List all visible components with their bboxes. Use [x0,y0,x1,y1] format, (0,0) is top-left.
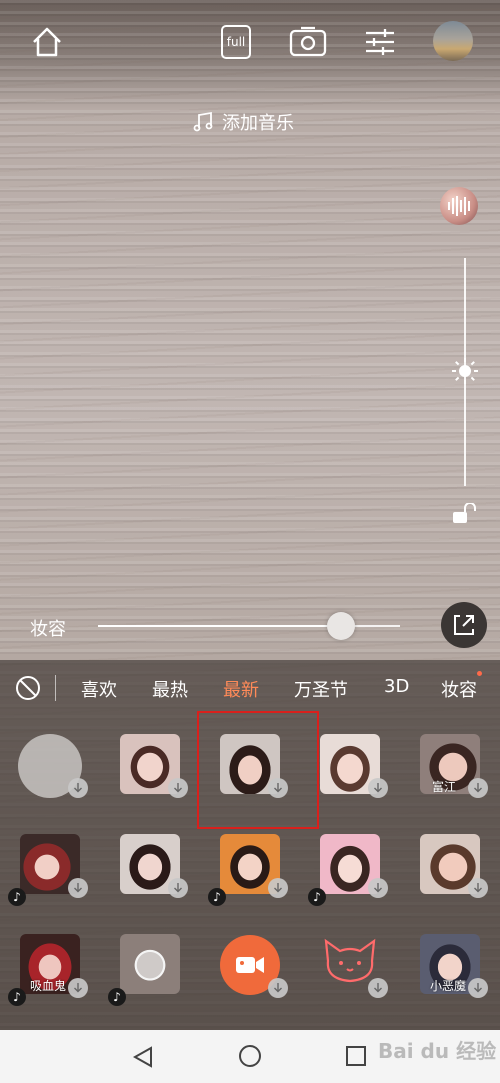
download-icon [268,878,288,898]
download-icon [168,878,188,898]
share-icon [454,615,474,635]
tabs-divider [55,675,56,701]
tab-halloween[interactable]: 万圣节 [294,676,348,702]
sun-icon[interactable] [451,357,479,389]
tab-favorite[interactable]: 喜欢 [81,676,117,702]
unlock-icon[interactable] [452,502,478,529]
video-camera-icon [236,957,264,973]
download-icon [368,878,388,898]
share-button[interactable] [441,602,487,648]
tab-hot[interactable]: 最热 [152,676,188,702]
tab-newest[interactable]: 最新 [223,676,259,702]
sticker-label: 吸血鬼 [30,979,67,993]
camera-flip-icon[interactable] [288,25,328,59]
download-icon [468,978,488,998]
music-note-icon: ♪ [8,988,26,1006]
beauty-avatar-icon[interactable] [440,187,478,225]
tab-makeup[interactable]: 妆容 [441,676,477,702]
music-note-icon [193,111,213,132]
selection-highlight [197,711,319,829]
home-icon[interactable] [28,23,66,61]
download-icon [268,978,288,998]
download-icon [168,778,188,798]
watermark: Bai du 经验 [378,1039,497,1063]
sliders-icon[interactable] [362,26,398,58]
download-icon [368,978,388,998]
home-circle-icon[interactable] [238,1044,262,1072]
download-icon [68,978,88,998]
sticker-label: 小恶魔 [430,979,467,993]
full-label: full [226,35,246,49]
music-note-icon: ♪ [8,888,26,906]
add-music-button[interactable]: 添加音乐 [192,108,294,136]
sticker-item[interactable] [120,934,180,994]
no-sticker-icon[interactable] [14,674,42,706]
add-music-label: 添加音乐 [222,113,294,134]
makeup-slider-knob[interactable] [327,612,355,640]
download-icon [68,778,88,798]
download-icon [468,878,488,898]
new-badge-dot [477,671,482,676]
music-note-icon: ♪ [308,888,326,906]
full-mode-button[interactable]: full [221,25,251,59]
recents-square-icon[interactable] [345,1045,367,1071]
sticker-label: 富江 [432,780,457,794]
music-note-icon: ♪ [108,988,126,1006]
gallery-thumbnail[interactable] [433,21,473,61]
download-icon [68,878,88,898]
download-icon [368,778,388,798]
makeup-slider-label: 妆容 [30,619,66,640]
tab-3d[interactable]: 3D [384,676,409,697]
download-icon [468,778,488,798]
makeup-slider-fill [98,625,341,627]
music-note-icon: ♪ [208,888,226,906]
back-triangle-icon[interactable] [131,1045,155,1073]
